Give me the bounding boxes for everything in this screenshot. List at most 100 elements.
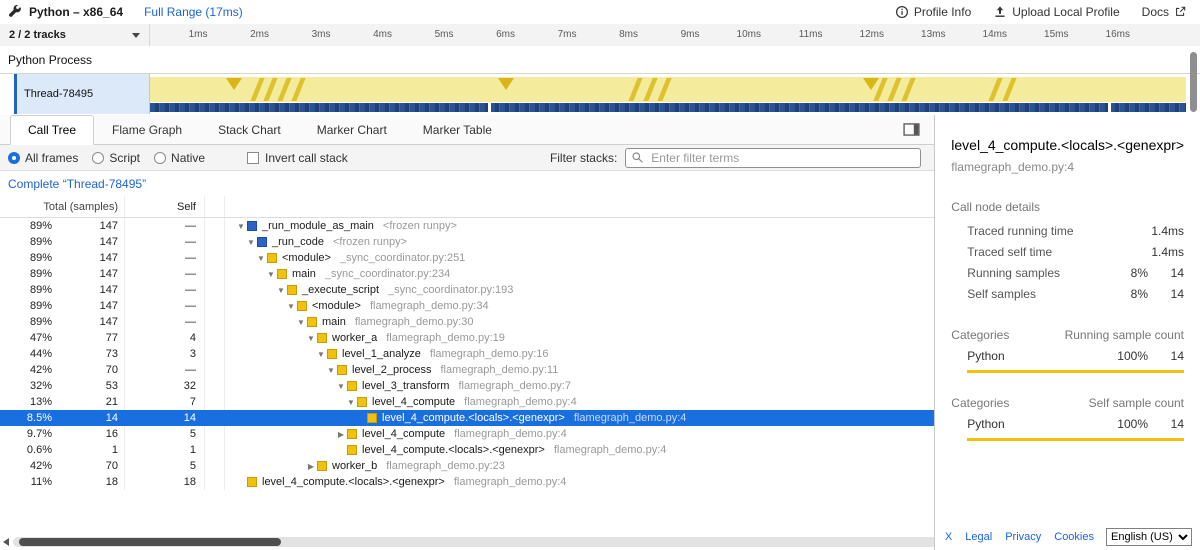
tab-bar: Call TreeFlame GraphStack ChartMarker Ch… xyxy=(0,115,934,145)
filter-stacks-input[interactable] xyxy=(649,150,915,166)
scrollbar-thumb[interactable] xyxy=(19,538,281,546)
tree-row[interactable]: 42%70—▼level_2_processflamegraph_demo.py… xyxy=(0,362,934,378)
column-header-self[interactable]: Self xyxy=(125,196,205,217)
collapse-icon[interactable]: ▼ xyxy=(305,334,317,343)
collapse-icon[interactable]: ▼ xyxy=(335,382,347,391)
horizontal-scrollbar xyxy=(3,536,943,547)
collapse-icon[interactable]: ▼ xyxy=(265,270,277,279)
category-color-icon xyxy=(347,381,357,391)
self-samples: — xyxy=(125,266,205,282)
marker-stripe[interactable] xyxy=(887,78,901,101)
tree-row[interactable]: 47%774▼worker_aflamegraph_demo.py:19 xyxy=(0,330,934,346)
radio-script[interactable]: Script xyxy=(92,151,140,165)
total-percent: 89% xyxy=(0,284,52,296)
footer-link-cookies[interactable]: Cookies xyxy=(1054,531,1094,543)
collapse-icon[interactable]: ▼ xyxy=(275,286,287,295)
marker-triangle-icon[interactable] xyxy=(226,78,242,90)
tree-row[interactable]: 89%147—▼_run_module_as_main<frozen runpy… xyxy=(0,218,934,234)
wrench-icon xyxy=(8,5,22,19)
detail-row: Self samples8%14 xyxy=(951,284,1184,305)
tree-row[interactable]: 13%217▼level_4_computeflamegraph_demo.py… xyxy=(0,394,934,410)
tree-row[interactable]: 11%1818level_4_compute.<locals>.<genexpr… xyxy=(0,474,934,490)
tree-row[interactable]: 9.7%165▶level_4_computeflamegraph_demo.p… xyxy=(0,426,934,442)
breadcrumb-complete-thread[interactable]: Complete “Thread-78495” xyxy=(8,177,146,191)
expand-icon[interactable]: ▶ xyxy=(305,462,317,471)
marker-stripe[interactable] xyxy=(1002,78,1016,101)
tree-row[interactable]: 32%5332▼level_3_transformflamegraph_demo… xyxy=(0,378,934,394)
file-location: _sync_coordinator.py:193 xyxy=(388,284,513,296)
collapse-icon[interactable]: ▼ xyxy=(345,398,357,407)
tab-call-tree[interactable]: Call Tree xyxy=(10,115,94,145)
footer-link-x[interactable]: X xyxy=(945,531,952,543)
language-select[interactable]: English (US) xyxy=(1106,528,1192,546)
marker-stripe[interactable] xyxy=(277,78,291,101)
process-label: Python Process xyxy=(8,53,92,67)
footer-link-privacy[interactable]: Privacy xyxy=(1005,531,1041,543)
column-header-total[interactable]: Total (samples) xyxy=(0,196,125,217)
marker-triangle-icon[interactable] xyxy=(863,78,879,90)
process-track-header[interactable]: Python Process xyxy=(0,46,1200,74)
file-location: _sync_coordinator.py:234 xyxy=(325,268,450,280)
collapse-icon[interactable]: ▼ xyxy=(285,302,297,311)
marker-stripe[interactable] xyxy=(291,78,305,101)
marker-stripe[interactable] xyxy=(628,78,642,101)
tree-row[interactable]: 89%147—▼main_sync_coordinator.py:234 xyxy=(0,266,934,282)
tab-stack-chart[interactable]: Stack Chart xyxy=(200,115,299,144)
time-tick-label: 16ms xyxy=(1070,29,1130,40)
profile-title[interactable]: Python – x86_64 xyxy=(29,5,123,19)
tab-marker-chart[interactable]: Marker Chart xyxy=(299,115,405,144)
marker-triangle-icon[interactable] xyxy=(498,78,514,90)
collapse-icon[interactable]: ▼ xyxy=(295,318,307,327)
marker-stripe[interactable] xyxy=(657,78,671,101)
marker-stripe[interactable] xyxy=(988,78,1002,101)
footer-link-legal[interactable]: Legal xyxy=(965,531,992,543)
tree-row[interactable]: 89%147—▼_run_code<frozen runpy> xyxy=(0,234,934,250)
profile-info-button[interactable]: Profile Info xyxy=(895,5,971,19)
category-name: Python xyxy=(951,349,1100,364)
expand-icon[interactable]: ▶ xyxy=(335,430,347,439)
collapse-icon[interactable]: ▼ xyxy=(245,238,257,247)
upload-profile-button[interactable]: Upload Local Profile xyxy=(993,5,1119,19)
firefox-profiler-app: Python – x86_64 Full Range (17ms) Profil… xyxy=(0,0,1200,550)
total-samples: 147 xyxy=(52,268,124,280)
radio-all-frames[interactable]: All frames xyxy=(8,151,78,165)
marker-stripe[interactable] xyxy=(643,78,657,101)
tree-row[interactable]: 89%147—▼_execute_script_sync_coordinator… xyxy=(0,282,934,298)
tree-row[interactable]: 89%147—▼<module>flamegraph_demo.py:34 xyxy=(0,298,934,314)
tree-row[interactable]: 89%147—▼mainflamegraph_demo.py:30 xyxy=(0,314,934,330)
total-percent: 89% xyxy=(0,236,52,248)
tracks-dropdown[interactable]: 2 / 2 tracks xyxy=(0,24,150,46)
collapse-icon[interactable]: ▼ xyxy=(255,254,267,263)
time-tick-label: 11ms xyxy=(763,29,823,40)
tab-marker-table[interactable]: Marker Table xyxy=(405,115,510,144)
full-range-link[interactable]: Full Range (17ms) xyxy=(144,5,243,19)
sidebar-toggle-icon[interactable] xyxy=(903,123,920,136)
marker-stripe[interactable] xyxy=(250,78,264,101)
collapse-icon[interactable]: ▼ xyxy=(235,222,247,231)
scrollbar-track[interactable] xyxy=(13,537,943,547)
tree-row[interactable]: 0.6%11level_4_compute.<locals>.<genexpr>… xyxy=(0,442,934,458)
radio-native[interactable]: Native xyxy=(154,151,205,165)
scroll-left-icon[interactable] xyxy=(3,538,9,546)
thread-track-header[interactable]: Thread-78495 xyxy=(0,74,150,114)
vertical-scrollbar-thumb[interactable] xyxy=(1190,52,1197,112)
total-percent: 89% xyxy=(0,252,52,264)
thread-track-canvas[interactable] xyxy=(150,74,1200,114)
marker-stripe[interactable] xyxy=(901,78,915,101)
tab-flame-graph[interactable]: Flame Graph xyxy=(94,115,200,144)
collapse-icon[interactable]: ▼ xyxy=(325,366,337,375)
tree-row[interactable]: 44%733▼level_1_analyzeflamegraph_demo.py… xyxy=(0,346,934,362)
docs-link[interactable]: Docs xyxy=(1142,5,1188,19)
upload-profile-label: Upload Local Profile xyxy=(1012,5,1119,19)
tree-row[interactable]: 8.5%1414level_4_compute.<locals>.<genexp… xyxy=(0,410,934,426)
file-location: <frozen runpy> xyxy=(383,220,457,232)
sample-graph[interactable] xyxy=(150,103,1186,112)
filter-bar: All frames Script Native Invert call stack… xyxy=(0,145,934,171)
tree-row[interactable]: 89%147—▼<module>_sync_coordinator.py:251 xyxy=(0,250,934,266)
collapse-icon[interactable]: ▼ xyxy=(315,350,327,359)
self-samples: 3 xyxy=(125,346,205,362)
marker-band[interactable] xyxy=(150,77,1186,102)
marker-stripe[interactable] xyxy=(263,78,277,101)
invert-call-stack-checkbox[interactable]: Invert call stack xyxy=(247,151,348,165)
tree-row[interactable]: 42%705▶worker_bflamegraph_demo.py:23 xyxy=(0,458,934,474)
